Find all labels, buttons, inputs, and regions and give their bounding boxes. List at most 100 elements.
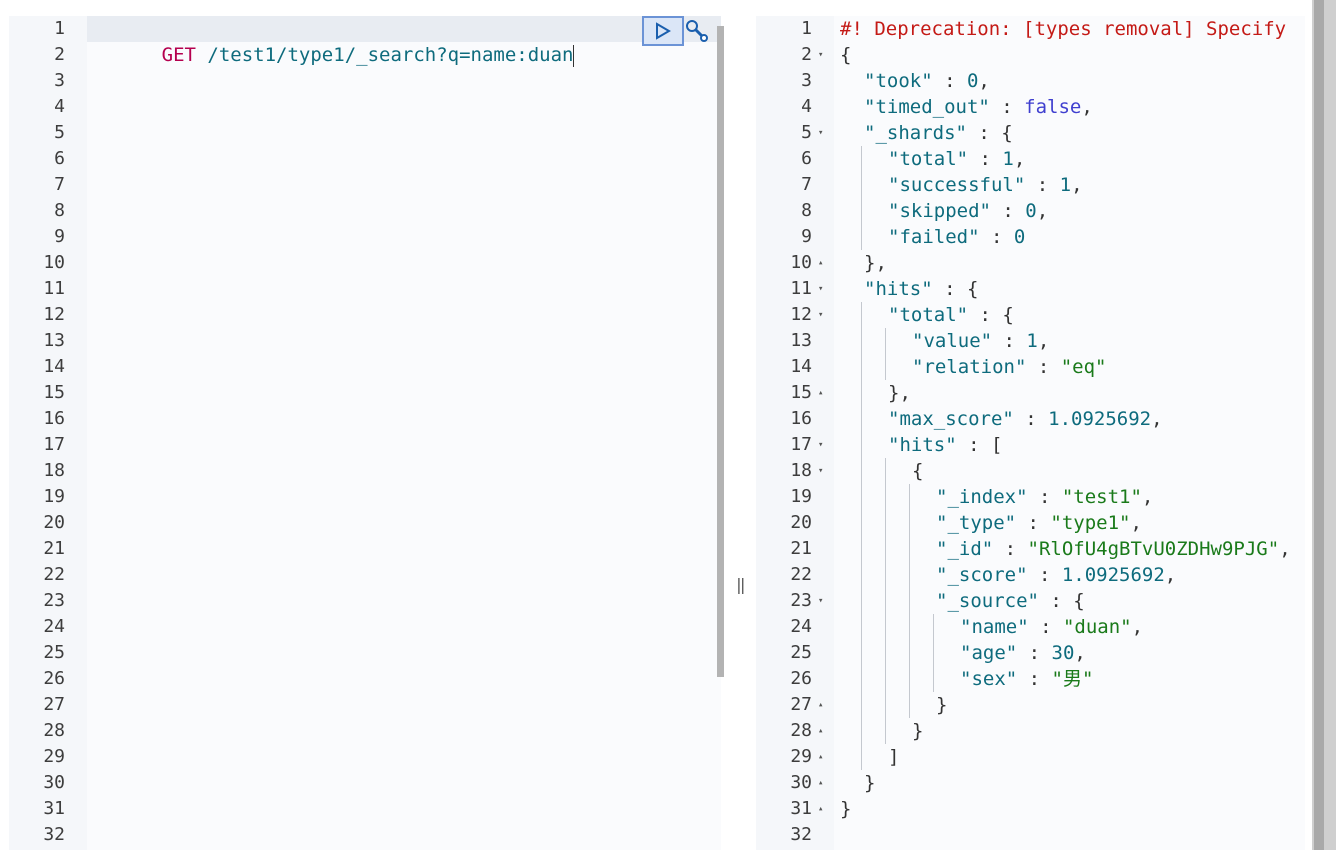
fold-expand-icon[interactable]: ▴ <box>818 692 828 718</box>
fold-collapse-icon[interactable]: ▾ <box>818 588 828 614</box>
response-code-area: #! Deprecation: [types removal] Specify … <box>834 16 1305 850</box>
line-number: 14 <box>43 356 65 377</box>
line-number: 26 <box>43 668 65 689</box>
request-gutter: 1 2 3 4 5 6 7 8 9 10 11 12 13 14 15 16 17 18 19 20 21 22 23 24 2… <box>9 16 87 850</box>
line-number: 7 <box>801 174 812 195</box>
line-number: 29 <box>790 746 812 767</box>
indent-guide <box>933 614 934 692</box>
json-line: "age" : 30, <box>960 642 1086 664</box>
line-number: 2 <box>54 44 65 65</box>
request-line[interactable]: GET /test1/type1/_search?q=name:duan <box>93 16 575 67</box>
fold-collapse-icon[interactable]: ▾ <box>818 276 828 302</box>
play-icon <box>656 22 671 40</box>
fold-collapse-icon[interactable]: ▾ <box>818 458 828 484</box>
line-number: 10 <box>43 252 65 273</box>
line-number: 31 <box>43 798 65 819</box>
json-line: "relation" : "eq" <box>912 356 1107 378</box>
line-number: 27 <box>43 694 65 715</box>
pane-divider <box>733 16 755 850</box>
line-number: 4 <box>801 96 812 117</box>
json-line: } <box>936 694 948 716</box>
pane-resizer-handle[interactable]: ‖ <box>736 575 746 594</box>
response-viewer: 1 2 ▾ 3 4 5 ▾ 6 7 8 9 10 ▴ 11 ▾ 12 ▾ 13 14 15 ▴ 16 17 ▾ 18 ▾ 19 20 2… <box>756 16 1305 850</box>
line-number: 1 <box>54 18 65 39</box>
json-line: "hits" : [ <box>888 434 1003 456</box>
request-code-area[interactable]: GET /test1/type1/_search?q=name:duan <box>87 16 721 850</box>
fold-collapse-icon[interactable]: ▾ <box>818 302 828 328</box>
request-editor[interactable]: 1 2 3 4 5 6 7 8 9 10 11 12 13 14 15 16 17 18 19 20 21 22 23 24 2… <box>9 16 721 850</box>
line-number: 26 <box>790 668 812 689</box>
json-line: "value" : 1, <box>912 330 1050 352</box>
line-number: 14 <box>790 356 812 377</box>
json-line: { <box>840 44 852 66</box>
fold-expand-icon[interactable]: ▴ <box>818 796 828 822</box>
indent-guide <box>861 302 862 770</box>
line-number: 12 <box>43 304 65 325</box>
line-number: 12 <box>790 304 812 325</box>
line-number: 5 <box>54 122 65 143</box>
line-number: 8 <box>54 200 65 221</box>
json-line: } <box>864 772 876 794</box>
json-line: "max_score" : 1.0925692, <box>888 408 1163 430</box>
json-line: { <box>912 460 924 482</box>
json-line: }, <box>864 252 887 274</box>
fold-expand-icon[interactable]: ▴ <box>818 380 828 406</box>
line-number: 29 <box>43 746 65 767</box>
fold-expand-icon[interactable]: ▴ <box>818 250 828 276</box>
line-number: 22 <box>43 564 65 585</box>
line-number: 27 <box>790 694 812 715</box>
line-number: 23 <box>790 590 812 611</box>
request-scrollbar[interactable] <box>717 26 724 677</box>
line-number: 5 <box>801 122 812 143</box>
line-number: 16 <box>790 408 812 429</box>
json-line: }, <box>888 382 911 404</box>
line-number: 15 <box>790 382 812 403</box>
line-number: 11 <box>790 278 812 299</box>
response-scrollbar[interactable] <box>1312 0 1336 850</box>
request-method: GET <box>161 44 196 66</box>
request-url: /test1/type1/_search?q=name:duan <box>207 44 574 66</box>
line-number: 30 <box>790 772 812 793</box>
line-number: 3 <box>54 70 65 91</box>
fold-collapse-icon[interactable]: ▾ <box>818 432 828 458</box>
line-number: 28 <box>43 720 65 741</box>
line-number: 10 <box>790 252 812 273</box>
line-number: 22 <box>790 564 812 585</box>
line-number: 32 <box>790 824 812 845</box>
json-line: "_index" : "test1", <box>936 486 1154 508</box>
line-number: 32 <box>43 824 65 845</box>
json-line: "_shards" : { <box>864 122 1013 144</box>
fold-expand-icon[interactable]: ▴ <box>818 770 828 796</box>
line-number: 17 <box>790 434 812 455</box>
fold-collapse-icon[interactable]: ▾ <box>818 42 828 68</box>
line-number: 19 <box>790 486 812 507</box>
indent-guide <box>861 146 862 250</box>
line-number: 25 <box>790 642 812 663</box>
json-line: "name" : "duan", <box>960 616 1144 638</box>
json-line: "hits" : { <box>864 278 979 300</box>
wrench-icon[interactable] <box>684 18 710 44</box>
line-number: 17 <box>43 434 65 455</box>
line-number: 19 <box>43 486 65 507</box>
line-number: 20 <box>790 512 812 533</box>
json-line: "failed" : 0 <box>888 226 1026 248</box>
line-number: 23 <box>43 590 65 611</box>
line-number: 2 <box>801 44 812 65</box>
json-line: "total" : 1, <box>888 148 1026 170</box>
fold-expand-icon[interactable]: ▴ <box>818 718 828 744</box>
json-line: "total" : { <box>888 304 1014 326</box>
json-line: ] <box>888 746 900 768</box>
fold-collapse-icon[interactable]: ▾ <box>818 120 828 146</box>
json-line: } <box>840 798 852 820</box>
line-number: 1 <box>801 18 812 39</box>
fold-expand-icon[interactable]: ▴ <box>818 744 828 770</box>
run-request-button[interactable] <box>642 16 684 46</box>
line-number: 4 <box>54 96 65 117</box>
line-number: 24 <box>790 616 812 637</box>
line-number: 16 <box>43 408 65 429</box>
line-number: 8 <box>801 200 812 221</box>
json-line: "timed_out" : false, <box>864 96 1093 118</box>
deprecation-warning: #! Deprecation: [types removal] Specify <box>840 18 1287 40</box>
line-number: 18 <box>43 460 65 481</box>
line-number: 31 <box>790 798 812 819</box>
